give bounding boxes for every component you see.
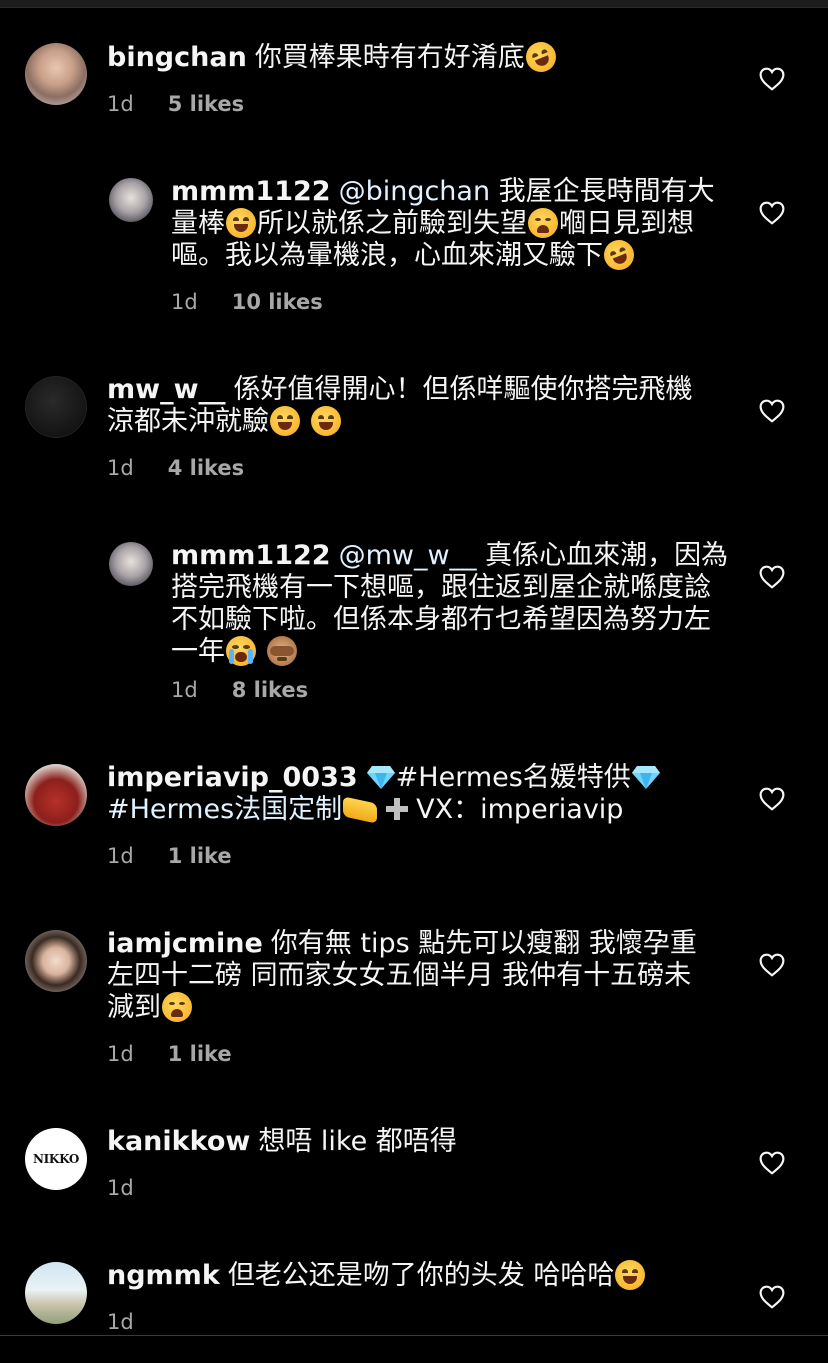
comment-meta: 1d 5 likes xyxy=(107,92,244,116)
tired-face-emoji-icon xyxy=(162,992,192,1022)
comment-meta: 1d xyxy=(107,1310,134,1334)
hashtag-link[interactable]: #Hermes法国定制 xyxy=(107,794,342,825)
likes-count[interactable]: 1 like xyxy=(168,1042,232,1066)
heart-icon[interactable] xyxy=(759,787,785,811)
comment-time: 1d xyxy=(107,1310,134,1334)
comment-username[interactable]: mmm1122 xyxy=(171,540,331,571)
pointing-hand-icon xyxy=(343,796,378,824)
comment-meta: 1d 1 like xyxy=(107,844,232,868)
heart-icon[interactable] xyxy=(759,67,785,91)
comment-text: mmm1122 @bingchan 我屋企長時間有大量棒 所以就係之前驗到失望 嗰日見… xyxy=(171,176,731,275)
gem-icon xyxy=(631,766,660,789)
likes-count[interactable]: 8 likes xyxy=(232,678,308,702)
weary-emoji-icon xyxy=(528,208,558,238)
comment-body: 你買棒果時有冇好淆底 xyxy=(254,42,525,73)
comment-text: mw_w__ 係好值得開心！但係咩驅使你搭完飛機涼都未沖就驗 xyxy=(107,374,707,438)
joy-emoji-icon xyxy=(226,208,256,238)
comment-username[interactable]: mw_w__ xyxy=(107,374,226,405)
heart-icon[interactable] xyxy=(759,201,785,225)
comment-meta: 1d 8 likes xyxy=(171,678,308,702)
rofl-emoji-icon xyxy=(521,37,561,77)
comment-time: 1d xyxy=(107,844,134,868)
gem-icon xyxy=(366,766,395,789)
comment-meta: 1d xyxy=(107,1176,134,1200)
likes-count[interactable]: 4 likes xyxy=(168,456,244,480)
comment-body-3: VX：imperiavip xyxy=(416,794,624,825)
comment-time: 1d xyxy=(171,678,198,702)
comment-time: 1d xyxy=(171,290,198,314)
heart-icon[interactable] xyxy=(759,565,785,589)
comment-username[interactable]: mmm1122 xyxy=(171,176,331,207)
joy-emoji-icon xyxy=(270,406,300,436)
see-no-evil-monkey-icon xyxy=(266,636,297,666)
comment-meta: 1d 10 likes xyxy=(171,290,323,314)
comment-username[interactable]: bingchan xyxy=(107,42,247,73)
nikko-logo: NIKKO xyxy=(32,1152,80,1166)
comment-time: 1d xyxy=(107,456,134,480)
mention-link[interactable]: @bingchan xyxy=(339,176,491,207)
comment-time: 1d xyxy=(107,1042,134,1066)
heart-icon[interactable] xyxy=(759,1151,785,1175)
comment-username[interactable]: iamjcmine xyxy=(107,928,263,959)
comment-username[interactable]: imperiavip_0033 xyxy=(107,762,358,793)
rofl-emoji-icon xyxy=(599,235,639,275)
avatar[interactable] xyxy=(25,376,87,438)
joy-emoji-icon xyxy=(310,406,341,436)
comment-text: kanikkow 想唔 like 都唔得 xyxy=(107,1126,707,1158)
comment-text: ngmmk 但老公还是吻了你的头发 哈哈哈 xyxy=(107,1260,707,1292)
comment-time: 1d xyxy=(107,92,134,116)
avatar[interactable] xyxy=(109,542,153,586)
comment-text: mmm1122 @mw_w__ 真係心血來潮，因為搭完飛機有一下想嘔，跟住返到屋企… xyxy=(171,540,731,668)
avatar[interactable] xyxy=(109,178,153,222)
likes-count[interactable]: 1 like xyxy=(168,844,232,868)
sob-emoji-icon xyxy=(226,636,256,666)
comment-text: bingchan 你買棒果時有冇好淆底 xyxy=(107,37,707,77)
avatar[interactable] xyxy=(25,1262,87,1324)
heart-icon[interactable] xyxy=(759,1285,785,1309)
comment-time: 1d xyxy=(107,1176,134,1200)
bottom-divider xyxy=(0,1335,828,1336)
avatar[interactable]: NIKKO xyxy=(25,1128,87,1190)
avatar[interactable] xyxy=(25,764,87,826)
comment-username[interactable]: kanikkow xyxy=(107,1126,250,1157)
heart-icon[interactable] xyxy=(759,399,785,423)
avatar[interactable] xyxy=(25,43,87,105)
comment-body: 但老公还是吻了你的头发 哈哈哈 xyxy=(227,1260,615,1291)
comment-meta: 1d 1 like xyxy=(107,1042,232,1066)
top-divider xyxy=(0,0,828,8)
comment-body: #Hermes名媛特供 xyxy=(395,762,631,793)
comment-meta: 1d 4 likes xyxy=(107,456,244,480)
plus-icon xyxy=(384,796,410,822)
avatar[interactable] xyxy=(25,930,87,992)
comment-username[interactable]: ngmmk xyxy=(107,1260,220,1291)
comment-text: imperiavip_0033 #Hermes名媛特供 #Hermes法国定制 VX：… xyxy=(107,762,707,826)
joy-emoji-icon xyxy=(615,1260,646,1290)
heart-icon[interactable] xyxy=(759,953,785,977)
comment-text: iamjcmine 你有無 tips 點先可以瘦翻 我懷孕重左四十二磅 同而家女女… xyxy=(107,928,707,1024)
comment-body-2: 所以就係之前驗到失望 xyxy=(257,208,527,239)
comment-body: 想唔 like 都唔得 xyxy=(258,1126,457,1157)
likes-count[interactable]: 10 likes xyxy=(232,290,323,314)
mention-link[interactable]: @mw_w__ xyxy=(339,540,477,571)
likes-count[interactable]: 5 likes xyxy=(168,92,244,116)
